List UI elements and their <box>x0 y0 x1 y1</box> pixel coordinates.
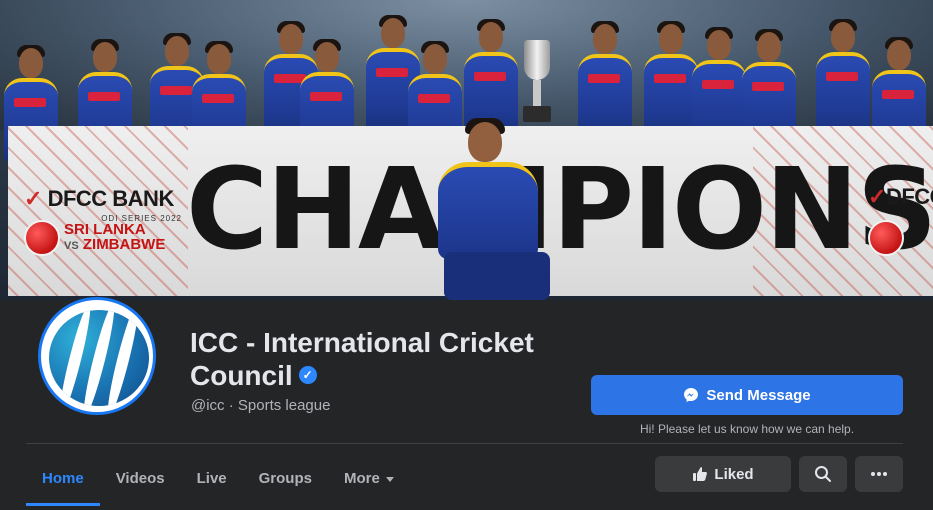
cricket-ball-icon <box>868 220 904 256</box>
cover-photo[interactable]: CHAMPIONS ✓ DFCC BANK ODI SERIES 2022 SR… <box>0 0 933 300</box>
sponsor-name-right: ✓DFCC <box>868 184 933 209</box>
profile-picture[interactable] <box>38 297 156 415</box>
tab-videos[interactable]: Videos <box>100 452 181 504</box>
caret-down-icon <box>385 476 394 482</box>
page-nav-tabs: Home Videos Live Groups More <box>26 452 410 506</box>
send-message-button[interactable]: Send Message <box>591 375 903 415</box>
tab-groups[interactable]: Groups <box>243 452 328 504</box>
dfcc-logo-icon: ✓ <box>24 186 42 211</box>
search-icon <box>815 466 831 482</box>
player-figure <box>812 19 874 136</box>
sponsor-block: ✓ DFCC BANK ODI SERIES 2022 SRI LANKA VS… <box>24 186 194 256</box>
search-button[interactable] <box>799 456 847 492</box>
kneeling-player <box>418 118 558 300</box>
player-figure <box>574 21 636 138</box>
verified-badge-icon: ✓ <box>298 365 317 384</box>
cricket-ball-icon <box>24 220 60 256</box>
player-figure <box>460 19 522 136</box>
tab-home[interactable]: Home <box>26 452 100 506</box>
liked-button[interactable]: Liked <box>655 456 791 492</box>
sponsor-name: ✓ DFCC BANK <box>24 186 174 211</box>
tab-more[interactable]: More <box>328 452 410 504</box>
trophy <box>520 40 554 122</box>
more-icon <box>871 472 887 476</box>
page-handle-category: @icc · Sports league <box>191 397 331 414</box>
send-message-label: Send Message <box>706 386 811 404</box>
icc-logo-icon <box>49 310 149 406</box>
more-options-button[interactable] <box>855 456 903 492</box>
messenger-icon <box>684 388 699 402</box>
page-title: ICC - International Cricket Council ✓ <box>190 327 534 391</box>
helper-text: Hi! Please let us know how we can help. <box>639 422 855 436</box>
liked-label: Liked <box>714 465 754 483</box>
sponsor-block-right: ✓DFCC <box>868 184 933 256</box>
matchup-text: SRI LANKA VS ZIMBABWE <box>64 221 166 253</box>
tab-live[interactable]: Live <box>181 452 243 504</box>
players-row <box>0 15 933 162</box>
divider <box>26 443 903 444</box>
thumbs-up-icon <box>693 467 708 481</box>
